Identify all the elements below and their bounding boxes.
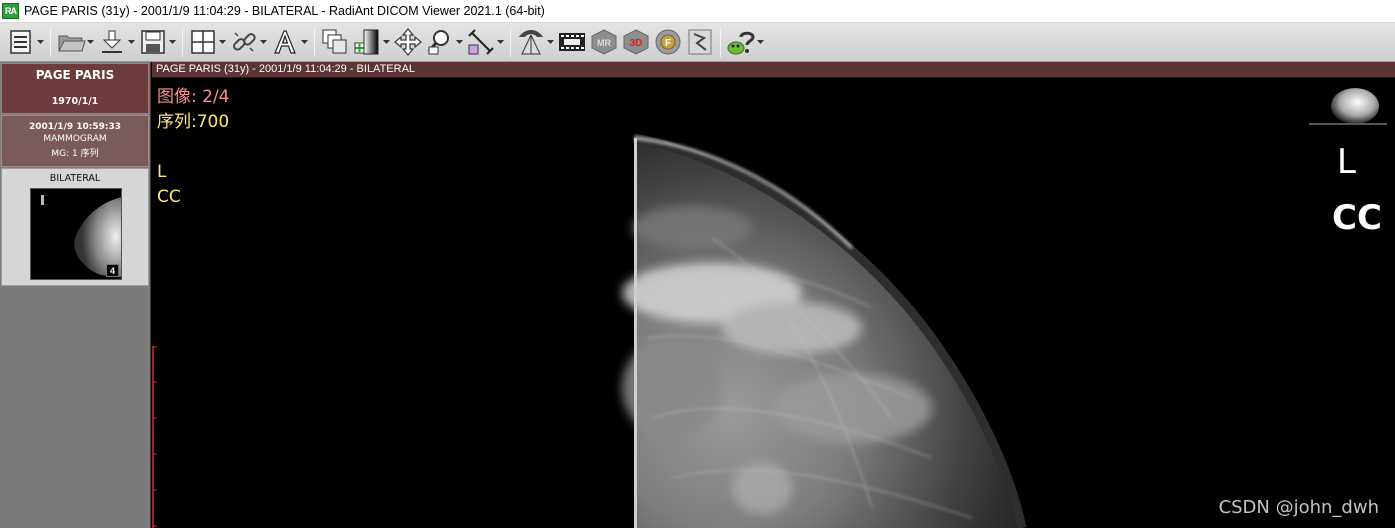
3d-button[interactable]: 3D (621, 25, 651, 59)
view-position-overlay: CC (157, 187, 181, 207)
fusion-f-icon: F (655, 29, 681, 55)
thumbnail-label: BILATERAL (49, 173, 101, 184)
laterality-overlay: L (157, 162, 167, 182)
patient-birth-date: 1970/1/1 (51, 96, 99, 107)
svg-text:3D: 3D (630, 38, 643, 49)
toolbar-separator (182, 27, 183, 57)
download-icon (102, 30, 122, 53)
sync-link-icon (233, 32, 256, 52)
chevron-down-icon[interactable] (496, 27, 505, 57)
thumbnail-image: 4 (30, 188, 122, 280)
title-bar: RA PAGE PARIS (31y) - 2001/1/9 11:04:29 … (0, 0, 1395, 23)
zoom-icon (427, 30, 449, 55)
open-folder-icon (58, 35, 86, 52)
mammogram-image[interactable] (152, 78, 1395, 528)
cine-icon (559, 33, 585, 51)
save-icon (141, 30, 165, 54)
sync-button[interactable] (229, 25, 268, 59)
study-browser-button[interactable] (6, 25, 45, 59)
chevron-down-icon[interactable] (259, 27, 268, 57)
fusion-cone-icon (519, 30, 543, 55)
pan-button[interactable] (393, 25, 423, 59)
series-datetime: 2001/1/9 10:59:33 (28, 122, 122, 132)
annotation-button[interactable] (270, 25, 309, 59)
study-card[interactable]: PAGE PARIS 1970/1/1 (1, 63, 149, 114)
fusion-cone-button[interactable] (516, 25, 555, 59)
main-toolbar: MR 3D F (0, 23, 1395, 62)
pan-icon (394, 28, 422, 56)
window-level-icon (354, 29, 379, 55)
svg-text:MR: MR (597, 38, 611, 48)
measure-button[interactable] (466, 25, 505, 59)
mpr-button[interactable]: MR (589, 25, 619, 59)
scale-ruler (152, 346, 157, 528)
toolbar-separator (510, 27, 511, 57)
series-modality-count: MG: 1 序列 (51, 149, 99, 159)
chevron-down-icon[interactable] (455, 27, 464, 57)
series-description: MAMMOGRAM (43, 134, 107, 144)
layout-button[interactable] (188, 25, 227, 59)
chevron-down-icon[interactable] (36, 27, 45, 57)
toolbar-separator (720, 27, 721, 57)
viewport-header: PAGE PARIS (31y) - 2001/1/9 11:04:29 - B… (152, 62, 1395, 78)
annotation-text-icon (274, 30, 296, 54)
cine-button[interactable] (557, 25, 587, 59)
window-title: PAGE PARIS (31y) - 2001/1/9 11:04:29 - B… (24, 4, 545, 18)
series-number-overlay: 序列:700 (157, 112, 230, 132)
series-card[interactable]: 2001/1/9 10:59:33 MAMMOGRAM MG: 1 序列 (1, 115, 149, 167)
chevron-down-icon[interactable] (127, 27, 136, 57)
series-stack-button[interactable] (320, 25, 350, 59)
zoom-button[interactable] (425, 25, 464, 59)
export-icon (688, 29, 712, 55)
chevron-down-icon[interactable] (168, 27, 177, 57)
series-stack-icon (322, 29, 347, 54)
toolbar-separator (50, 27, 51, 57)
study-browser-icon (10, 30, 31, 54)
download-button[interactable] (97, 25, 136, 59)
save-button[interactable] (138, 25, 177, 59)
chevron-down-icon[interactable] (86, 27, 95, 57)
layout-grid-icon (191, 30, 215, 54)
chevron-down-icon[interactable] (546, 27, 555, 57)
fusion-button[interactable]: F (653, 25, 683, 59)
image-viewport[interactable]: PAGE PARIS (31y) - 2001/1/9 11:04:29 - B… (152, 62, 1395, 528)
mpr-icon: MR (591, 29, 617, 55)
measure-icon (468, 29, 494, 55)
toolbar-separator (314, 27, 315, 57)
orientation-marker-icon (1309, 88, 1387, 125)
help-icon (727, 31, 755, 55)
chevron-down-icon[interactable] (756, 27, 765, 57)
orientation-view: CC (1332, 198, 1382, 238)
window-level-button[interactable] (352, 25, 391, 59)
open-button[interactable] (56, 25, 95, 59)
3d-icon: 3D (623, 29, 649, 55)
series-thumbnail[interactable]: BILATERAL 4 (1, 168, 149, 286)
svg-text:F: F (665, 38, 671, 49)
app-logo-icon: RA (2, 3, 19, 19)
export-button[interactable] (685, 25, 715, 59)
orientation-laterality: L (1337, 142, 1356, 182)
help-button[interactable] (726, 25, 765, 59)
watermark-text: CSDN @john_dwh (1218, 497, 1379, 518)
image-count-badge: 4 (106, 264, 119, 277)
chevron-down-icon[interactable] (382, 27, 391, 57)
chevron-down-icon[interactable] (300, 27, 309, 57)
study-sidebar: PAGE PARIS 1970/1/1 2001/1/9 10:59:33 MA… (0, 62, 151, 528)
patient-name: PAGE PARIS (35, 68, 115, 82)
image-index-overlay: 图像: 2/4 (157, 87, 230, 107)
chevron-down-icon[interactable] (218, 27, 227, 57)
